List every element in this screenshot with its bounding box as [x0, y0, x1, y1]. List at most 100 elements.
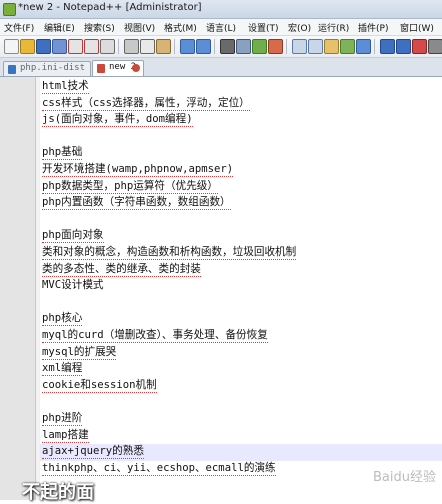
line-text: html技术 [42, 80, 89, 94]
editor-line: 22lamp搭建 [40, 428, 442, 445]
new-file-icon[interactable] [4, 39, 19, 54]
line-text: php核心 [42, 312, 83, 327]
cut-icon[interactable] [124, 39, 139, 54]
menu-plugins[interactable]: 插件(P) [358, 21, 388, 34]
save-icon[interactable] [36, 39, 51, 54]
menu-view[interactable]: 视图(V) [124, 21, 155, 34]
watermark-text: 不起的面 [22, 482, 94, 503]
toolbar-separator [214, 39, 215, 54]
paragraph-icon[interactable] [356, 39, 371, 54]
editor-current-line: 23ajax+jquery的熟悉 [40, 444, 442, 461]
line-text: php面向对象 [42, 229, 104, 244]
toolbar-separator [174, 39, 175, 54]
zoom-in-icon[interactable] [252, 39, 267, 54]
menu-macro[interactable]: 宏(O) [288, 21, 311, 34]
title-bar: *new 2 - Notepad++ [Administrator] [0, 0, 442, 19]
editor-line: 15php核心 [40, 311, 442, 328]
editor-line: 18xml编程 [40, 361, 442, 378]
line-text: 类的多态性、类的继承、类的封装 [42, 262, 201, 277]
toolbar-separator [118, 39, 119, 54]
editor-line: 6开发环境搭建(wamp,phpnow,apmser) [40, 162, 442, 179]
menu-format[interactable]: 格式(M) [164, 21, 197, 34]
editor-line: 9 [40, 212, 442, 229]
editor-line: 19cookie和session机制 [40, 378, 442, 395]
find-icon[interactable] [220, 39, 235, 54]
line-text: css样式（css选择器，属性，浮动，定位） [42, 96, 250, 111]
baidu-watermark-logo: Baidu经验 [373, 470, 436, 485]
editor-line: 13MVC设计模式 [40, 278, 442, 295]
line-text: lamp搭建 [42, 428, 89, 443]
toolbar-separator [374, 39, 375, 54]
editor-line: 7php数据类型，php运算符（优先级） [40, 179, 442, 196]
line-text: mysql的扩展哭 [42, 345, 117, 360]
word-wrap-icon[interactable] [308, 39, 323, 54]
redo-icon[interactable] [196, 39, 211, 54]
editor-line: 2css样式（css选择器，属性，浮动，定位） [40, 96, 442, 113]
sync-scroll-icon[interactable] [292, 39, 307, 54]
tab-label: php.ini-dist [20, 63, 86, 73]
line-text: 开发环境搭建(wamp,phpnow,apmser) [42, 163, 234, 177]
editor-line: 12类的多态性、类的继承、类的封装 [40, 262, 442, 279]
unsaved-file-icon [97, 64, 105, 73]
menu-bar: 文件(F) 编辑(E) 搜索(S) 视图(V) 格式(M) 语言(L) 设置(T… [0, 19, 442, 36]
menu-edit[interactable]: 编辑(E) [44, 21, 75, 34]
save-all-icon[interactable] [52, 39, 67, 54]
undo-icon[interactable] [180, 39, 195, 54]
toolbar [0, 36, 442, 58]
editor-line: 17mysql的扩展哭 [40, 345, 442, 362]
editor-line: 14 [40, 295, 442, 312]
line-text: js(面向对象，事件，dom编程) [42, 113, 193, 128]
file-icon [8, 65, 16, 74]
function-list-icon[interactable] [396, 39, 411, 54]
editor-line: 8php内置函数（字符串函数，数组函数） [40, 195, 442, 212]
print-icon[interactable] [100, 39, 115, 54]
editor-line: 3js(面向对象，事件，dom编程) [40, 112, 442, 129]
editor-line: 5php基础 [40, 145, 442, 162]
close-all-icon[interactable] [84, 39, 99, 54]
line-text: cookie和session机制 [42, 378, 157, 393]
indent-guide-icon[interactable] [340, 39, 355, 54]
close-tab-icon[interactable] [132, 64, 140, 72]
stop-macro-icon[interactable] [428, 39, 442, 54]
editor-line: 4 [40, 129, 442, 146]
tab-new-2[interactable]: new 2 [92, 60, 144, 76]
paste-icon[interactable] [156, 39, 171, 54]
line-text: thinkphp、ci、yii、ecshop、ecmall的演练 [42, 461, 276, 476]
tab-php-ini-dist[interactable]: php.ini-dist [3, 61, 91, 76]
editor-line: 10php面向对象 [40, 228, 442, 245]
line-text: php基础 [42, 146, 83, 161]
notepadpp-app-icon [3, 3, 16, 16]
window-title: *new 2 - Notepad++ [Administrator] [18, 2, 202, 13]
editor-line: 20 [40, 394, 442, 411]
tab-bar: php.ini-dist new 2 [0, 58, 442, 77]
open-folder-icon[interactable] [20, 39, 35, 54]
editor-line: 1html技术 [40, 79, 442, 96]
line-text: myql的curd（增删改查）、事务处理、备份恢复 [42, 329, 268, 343]
editor-line: 11类和对象的概念，构造函数和析构函数，垃圾回收机制 [40, 245, 442, 262]
replace-icon[interactable] [236, 39, 251, 54]
menu-run[interactable]: 运行(R) [318, 21, 349, 34]
line-text: php进阶 [42, 412, 83, 426]
editor-text-area[interactable]: 1html技术 2css样式（css选择器，属性，浮动，定位） 3js(面向对象… [40, 77, 442, 500]
line-text: xml编程 [42, 362, 83, 377]
line-text: 类和对象的概念，构造函数和析构函数，垃圾回收机制 [42, 246, 297, 260]
zoom-out-icon[interactable] [268, 39, 283, 54]
editor-line: 16myql的curd（增删改查）、事务处理、备份恢复 [40, 328, 442, 345]
line-text: MVC设计模式 [42, 279, 104, 292]
menu-file[interactable]: 文件(F) [4, 21, 34, 34]
show-all-chars-icon[interactable] [324, 39, 339, 54]
toolbar-separator [286, 39, 287, 54]
menu-search[interactable]: 搜索(S) [84, 21, 115, 34]
doc-map-icon[interactable] [380, 39, 395, 54]
line-text: php数据类型，php运算符（优先级） [42, 179, 218, 194]
menu-language[interactable]: 语言(L) [206, 21, 236, 34]
menu-settings[interactable]: 设置(T) [248, 21, 279, 34]
menu-window[interactable]: 窗口(W) [400, 21, 434, 34]
line-number-gutter [0, 77, 36, 500]
close-file-icon[interactable] [68, 39, 83, 54]
record-macro-icon[interactable] [412, 39, 427, 54]
copy-icon[interactable] [140, 39, 155, 54]
editor-line: 21php进阶 [40, 411, 442, 428]
line-text: php内置函数（字符串函数，数组函数） [42, 196, 231, 211]
line-text: ajax+jquery的熟悉 [42, 445, 144, 460]
